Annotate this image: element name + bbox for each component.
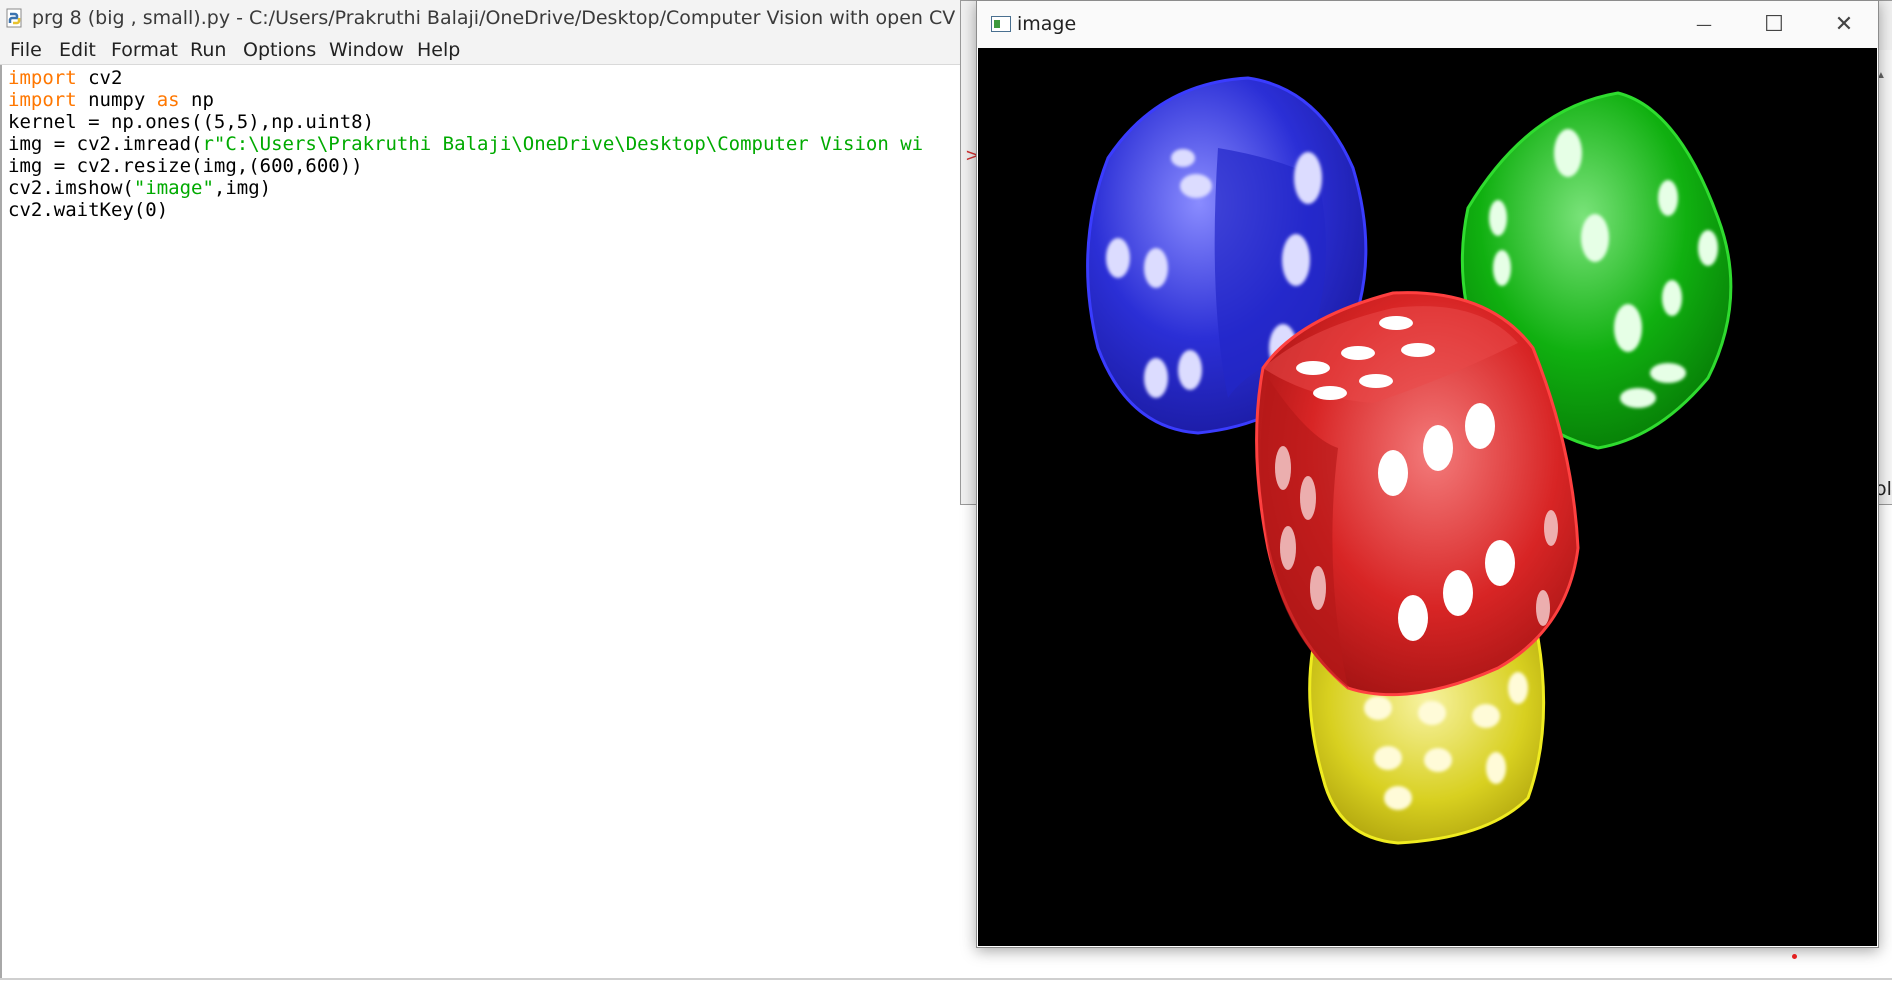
code-token: "image" [133,177,214,199]
code-token: import [8,89,77,111]
menu-file[interactable]: File [10,39,42,61]
code-token: import [8,67,77,89]
code-line[interactable]: img = cv2.imread(r"C:\Users\Prakruthi Ba… [8,133,923,155]
maximize-button[interactable]: ☐ [1739,1,1809,48]
menu-options[interactable]: Options [243,39,316,61]
code-line[interactable]: cv2.imshow("image",img) [8,177,923,199]
code-token: np [179,89,214,111]
opencv-window-icon [991,16,1011,32]
code-token: cv2.imshow( [8,177,134,199]
code-line[interactable]: import numpy as np [8,89,923,111]
image-canvas [978,48,1877,946]
red-die [1255,291,1580,697]
code-token: cv2 [76,67,123,89]
menu-help[interactable]: Help [417,39,460,61]
menu-edit[interactable]: Edit [59,39,96,61]
code-line[interactable]: img = cv2.resize(img,(600,600)) [8,155,923,177]
image-window-title: image [1017,13,1077,35]
python-file-icon [6,8,22,28]
red-dot-marker [1792,954,1797,959]
close-button[interactable]: ✕ [1809,1,1879,48]
dice-image [1086,76,1733,845]
code-token: img = cv2.imread( [8,133,203,155]
menu-run[interactable]: Run [190,39,226,61]
code-token: numpy [76,89,157,111]
code-line[interactable]: import cv2 [8,67,923,89]
menu-window[interactable]: Window [329,39,404,61]
code-token: img = cv2.resize(img,(600,600)) [8,155,363,177]
opencv-image-window: image — ☐ ✕ [976,0,1879,948]
menu-format[interactable]: Format [111,39,178,61]
image-window-titlebar[interactable]: image — ☐ ✕ [977,1,1878,48]
code-line[interactable]: cv2.waitKey(0) [8,199,923,221]
code-text[interactable]: import cv2 import numpy as np kernel = np.… [8,67,923,221]
code-token: r"C:\Users\Prakruthi Balaji\OneDrive\Des… [202,133,924,155]
window-bottom-border [0,978,1892,980]
code-token: cv2.waitKey(0) [8,199,169,221]
code-line[interactable]: kernel = np.ones((5,5),np.uint8) [8,111,923,133]
code-token: as [156,89,180,111]
minimize-button[interactable]: — [1669,1,1739,48]
code-token: ,img) [213,177,272,199]
code-token: kernel = np.ones((5,5),np.uint8) [8,111,375,133]
